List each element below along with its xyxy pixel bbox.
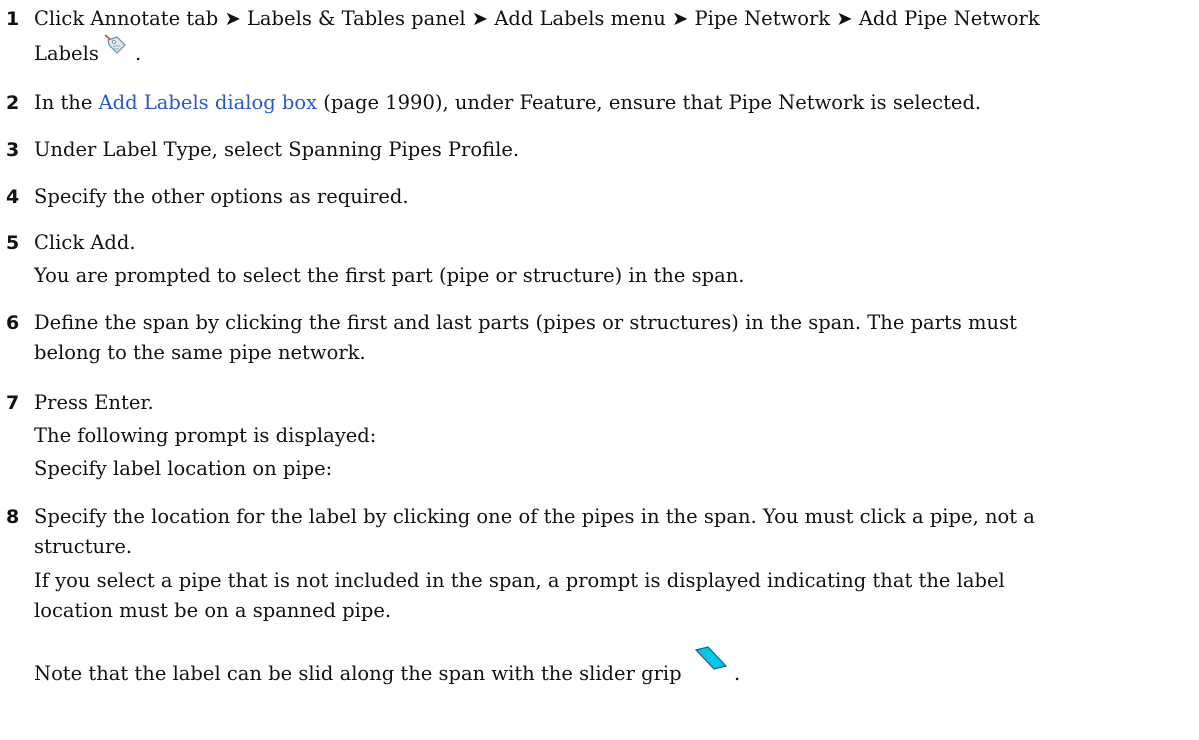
- add-pipe-network-labels-icon: [104, 34, 126, 54]
- step-1: 1 Click Annotate tab ➤ Labels & Tables p…: [0, 4, 1199, 68]
- step-text: Click Add.: [34, 231, 136, 254]
- step-8-final-text: Note that the label can be slid along th…: [34, 662, 682, 685]
- step-5-note: You are prompted to select the first par…: [34, 264, 745, 287]
- step-8-line-1: Specify the location for the label by cl…: [34, 505, 1035, 528]
- step-number: 2: [6, 92, 20, 114]
- step-1-line-1: Click Annotate tab ➤ Labels & Tables pan…: [34, 7, 1040, 30]
- step-7-prompt: Specify label location on pipe:: [34, 457, 333, 480]
- step-text: Click Annotate tab ➤ Labels & Tables pan…: [34, 4, 1193, 69]
- step-8-note-line-2: location must be on a spanned pipe.: [34, 599, 392, 622]
- step-1-line-2: Labels: [34, 42, 99, 65]
- step-4: 4 Specify the other options as required.: [0, 182, 1199, 212]
- step-text: Define the span by clicking the first an…: [34, 308, 1193, 368]
- step-number: 1: [6, 8, 20, 30]
- add-labels-dialog-link[interactable]: Add Labels dialog box: [99, 91, 318, 114]
- step-text: Specify the location for the label by cl…: [34, 502, 1193, 562]
- step-8: 8 Specify the location for the label by …: [0, 502, 1199, 738]
- step-number: 8: [6, 506, 20, 528]
- step-8-note-line-1: If you select a pipe that is not include…: [34, 569, 1005, 592]
- step-8-note: If you select a pipe that is not include…: [34, 566, 1193, 626]
- step-6-line-2: belong to the same pipe network.: [34, 341, 366, 364]
- step-3: 3 Under Label Type, select Spanning Pipe…: [0, 135, 1199, 165]
- step-text: Under Label Type, select Spanning Pipes …: [34, 138, 520, 161]
- step-text: Press Enter.: [34, 391, 154, 414]
- step-8-period: .: [727, 662, 741, 685]
- step-text: In the Add Labels dialog box (page 1990)…: [34, 88, 1193, 118]
- step-5: 5 Click Add. You are prompted to select …: [0, 228, 1199, 292]
- step-number: 6: [6, 312, 20, 334]
- step-7: 7 Press Enter. The following prompt is d…: [0, 388, 1199, 484]
- slider-grip-icon: [694, 646, 727, 670]
- step-number: 7: [6, 392, 20, 414]
- step-2: 2 In the Add Labels dialog box (page 199…: [0, 88, 1199, 118]
- step-6-line-1: Define the span by clicking the first an…: [34, 311, 1017, 334]
- step-2-pre: In the: [34, 91, 99, 114]
- step-2-post: (page 1990), under Feature, ensure that …: [317, 91, 982, 114]
- step-number: 5: [6, 232, 20, 254]
- step-8-line-2: structure.: [34, 535, 133, 558]
- step-8-final: Note that the label can be slid along th…: [34, 646, 1193, 689]
- step-1-period: .: [128, 42, 142, 65]
- step-text: Specify the other options as required.: [34, 185, 409, 208]
- step-6: 6 Define the span by clicking the first …: [0, 308, 1199, 372]
- step-7-note-1: The following prompt is displayed:: [34, 424, 377, 447]
- step-number: 4: [6, 186, 20, 208]
- step-number: 3: [6, 139, 20, 161]
